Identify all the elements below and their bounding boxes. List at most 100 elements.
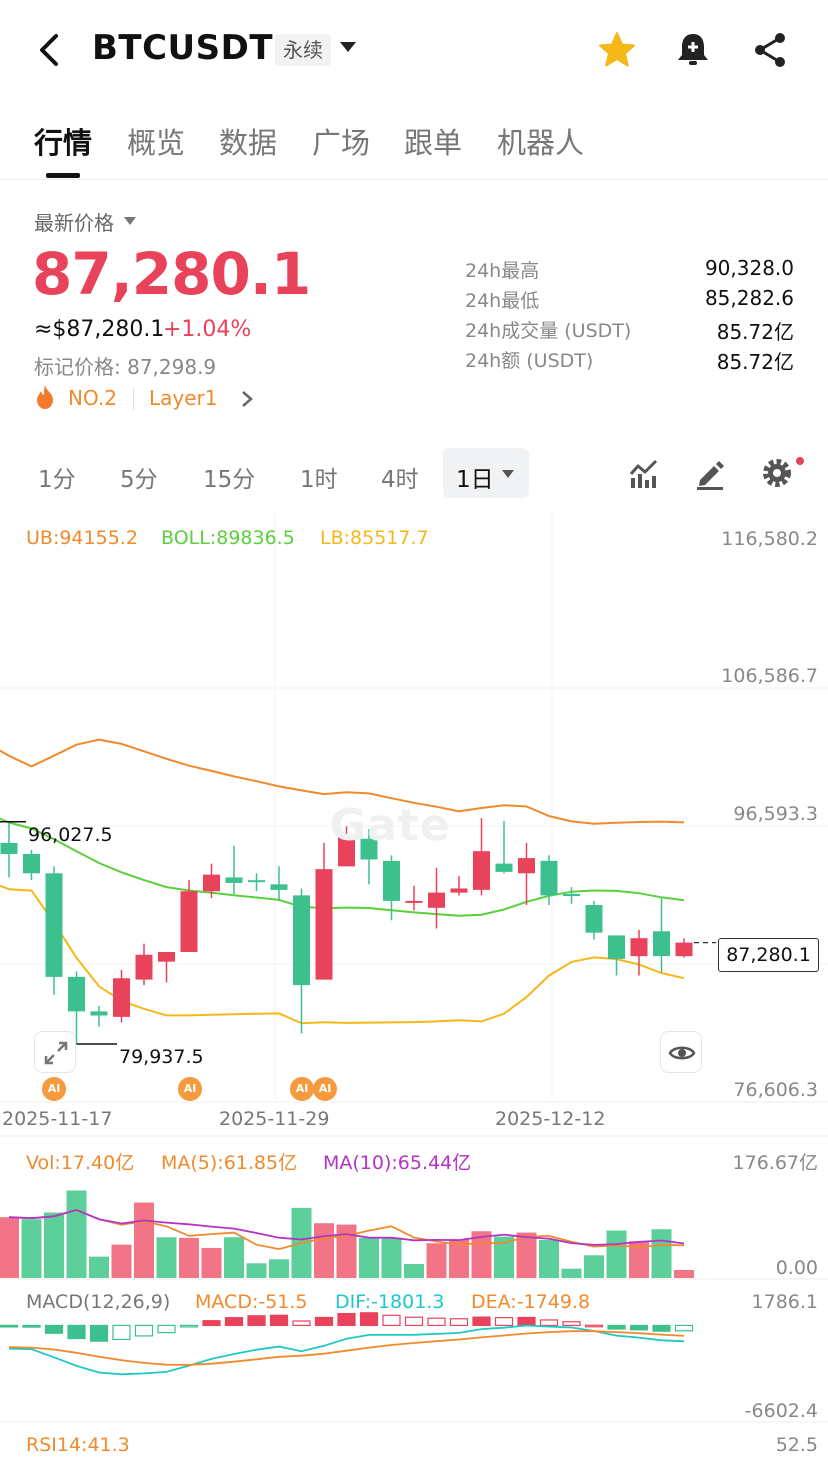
- share-icon[interactable]: [750, 30, 790, 70]
- high-price-marker: 96,027.5: [28, 824, 113, 846]
- candle-body: [68, 976, 85, 1012]
- volume-bar: [539, 1239, 559, 1278]
- interval-1m[interactable]: 1分: [38, 460, 76, 494]
- star-icon[interactable]: [597, 30, 637, 70]
- macd-bar: [89, 1324, 109, 1342]
- candle-body: [135, 954, 153, 980]
- symbol-title[interactable]: BTCUSDT: [92, 28, 273, 68]
- tab-copy-trading[interactable]: 跟单: [404, 120, 462, 162]
- macd-bar: [202, 1320, 221, 1327]
- interval-15m[interactable]: 15分: [203, 460, 255, 494]
- volume-axis-tick: 0.00: [775, 1257, 818, 1279]
- macd-axis-tick: 1786.1: [751, 1291, 818, 1313]
- interval-4h[interactable]: 4时: [381, 460, 419, 494]
- chevron-right-icon[interactable]: [238, 388, 256, 410]
- candle-body: [518, 858, 535, 874]
- last-price: 87,280.1: [32, 240, 311, 308]
- tab-square[interactable]: 广场: [312, 120, 370, 162]
- volume-bar: [606, 1230, 627, 1278]
- candle-body: [675, 942, 693, 957]
- macd-bar: [44, 1324, 64, 1334]
- volume-bar: [381, 1237, 402, 1278]
- macd-bar: [652, 1324, 671, 1332]
- volume-bar: [561, 1268, 582, 1278]
- candle-body: [0, 842, 18, 854]
- tab-market[interactable]: 行情: [34, 120, 92, 162]
- volume-axis-tick: 176.67亿: [732, 1152, 818, 1174]
- candle-body: [180, 891, 198, 952]
- watermark: Gate: [330, 800, 451, 851]
- volume-bar: [269, 1259, 289, 1278]
- price-markers: [0, 821, 716, 1045]
- eye-icon: [668, 1046, 696, 1060]
- chevron-down-icon[interactable]: [340, 42, 356, 52]
- macd-bar: [22, 1324, 41, 1328]
- caret-down-icon[interactable]: [124, 217, 136, 225]
- dea-line: [8, 1330, 685, 1366]
- usd-equivalent: ≈$87,280.1: [34, 317, 165, 342]
- macd-bar: [562, 1321, 581, 1327]
- candle-body: [405, 900, 423, 903]
- candle-body: [23, 853, 40, 874]
- visibility-button[interactable]: [660, 1031, 702, 1073]
- back-arrow-icon[interactable]: [30, 28, 70, 72]
- candle-body: [90, 1011, 108, 1016]
- price-axis-tick: 76,606.3: [733, 1079, 818, 1101]
- stat-value-volume: 85.72亿: [716, 320, 794, 344]
- contract-type-badge[interactable]: 永续: [275, 34, 331, 66]
- candle-body: [428, 892, 445, 908]
- lb-legend: LB:85517.7: [320, 527, 429, 549]
- ai-badge[interactable]: AI: [313, 1077, 337, 1101]
- volume-bar: [651, 1229, 672, 1278]
- indicator-icon[interactable]: [628, 456, 660, 490]
- tab-data[interactable]: 数据: [219, 120, 277, 162]
- macd-bar: [404, 1316, 424, 1327]
- drawing-tool-icon[interactable]: [694, 456, 726, 490]
- macd-bar: [494, 1317, 514, 1327]
- current-price-tag[interactable]: 87,280.1: [718, 938, 819, 972]
- macd-bar: [179, 1324, 199, 1328]
- interval-1d[interactable]: 1日: [456, 460, 494, 494]
- candle-body: [315, 869, 333, 980]
- stat-value-low: 85,282.6: [704, 286, 794, 310]
- ai-badge[interactable]: AI: [290, 1077, 314, 1101]
- volume-bar: [0, 1217, 19, 1278]
- volume-bar: [89, 1256, 109, 1278]
- candle-body: [293, 895, 310, 986]
- macd-bar: [472, 1316, 491, 1327]
- category-tag[interactable]: Layer1: [149, 386, 218, 410]
- volume-bar: [426, 1243, 447, 1278]
- dif-legend: DIF:-1801.3: [335, 1291, 445, 1313]
- tab-bots[interactable]: 机器人: [497, 120, 584, 162]
- candle-body: [563, 893, 580, 896]
- candle-body: [450, 888, 468, 893]
- macd-bar: [112, 1324, 131, 1341]
- macd-axis-tick: -6602.4: [744, 1400, 818, 1422]
- interval-5m[interactable]: 5分: [120, 460, 158, 494]
- price-alert-icon[interactable]: [673, 30, 713, 70]
- latest-price-label[interactable]: 最新价格: [34, 207, 114, 236]
- divider: [133, 388, 134, 410]
- macd-bar: [224, 1317, 244, 1327]
- interval-1h[interactable]: 1时: [300, 460, 338, 494]
- volume-bar: [21, 1219, 42, 1278]
- vol-ma10-legend: MA(10):65.44亿: [323, 1152, 472, 1174]
- kline-chart[interactable]: [0, 515, 828, 1463]
- interval-dropdown-icon[interactable]: [502, 470, 514, 478]
- rsi-legend: RSI14:41.3: [26, 1434, 130, 1456]
- settings-icon[interactable]: [761, 456, 793, 490]
- macd-bar: [67, 1324, 86, 1340]
- rank-badge[interactable]: NO.2: [68, 386, 117, 410]
- volume-bar: [246, 1263, 267, 1278]
- ai-badge[interactable]: AI: [42, 1077, 66, 1101]
- vol-ma5-legend: MA(5):61.85亿: [161, 1152, 298, 1174]
- volume-legend: Vol:17.40亿: [26, 1152, 135, 1174]
- candle-body: [113, 978, 130, 1017]
- macd-bar: [629, 1324, 649, 1331]
- notification-dot: [796, 457, 804, 465]
- macd-bar: [337, 1312, 356, 1327]
- ai-badge[interactable]: AI: [178, 1077, 202, 1101]
- tab-overview[interactable]: 概览: [127, 120, 185, 162]
- fullscreen-button[interactable]: [34, 1031, 76, 1073]
- candle-body: [585, 905, 603, 933]
